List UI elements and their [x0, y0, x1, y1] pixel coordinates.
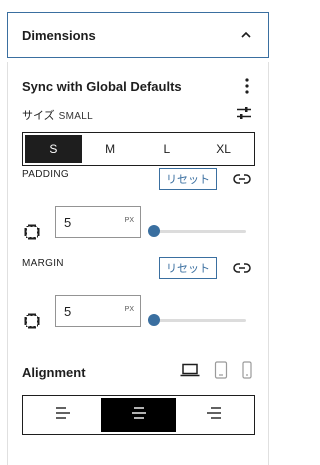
margin-slider-track	[152, 319, 246, 322]
align-right-icon	[206, 406, 222, 425]
settings-sliders-icon[interactable]	[236, 106, 252, 125]
chevron-up-icon[interactable]	[238, 27, 254, 43]
align-left-button[interactable]	[25, 398, 101, 432]
size-value: SMALL	[58, 111, 93, 122]
padding-input[interactable]: 5 PX	[55, 206, 141, 238]
margin-slider-thumb[interactable]	[148, 314, 160, 326]
tablet-icon[interactable]	[214, 360, 228, 384]
desktop-icon[interactable]	[180, 363, 200, 382]
padding-link-icon[interactable]	[233, 170, 251, 188]
align-right-button[interactable]	[176, 398, 252, 432]
mobile-icon[interactable]	[242, 360, 252, 384]
more-options-icon[interactable]	[242, 77, 252, 95]
padding-slider-thumb[interactable]	[148, 225, 160, 237]
size-option-xl[interactable]: XL	[195, 135, 252, 163]
margin-value: 5	[64, 303, 72, 319]
padding-slider[interactable]	[148, 224, 246, 238]
size-option-s[interactable]: S	[25, 135, 82, 163]
size-row: サイズ SMALL	[22, 104, 252, 126]
padding-unit: PX	[124, 217, 134, 224]
align-center-icon	[131, 406, 147, 425]
sync-row: Sync with Global Defaults	[22, 76, 252, 96]
align-left-icon	[55, 406, 71, 425]
dimensions-panel: Dimensions Sync with Global Defaults サイズ…	[0, 0, 273, 465]
margin-input[interactable]: 5 PX	[55, 295, 141, 327]
box-sides-icon	[24, 313, 40, 329]
size-label: サイズ SMALL	[22, 107, 93, 123]
alignment-title: Alignment	[22, 364, 86, 380]
padding-value: 5	[64, 214, 72, 230]
alignment-segmented-control	[22, 395, 255, 435]
size-option-m[interactable]: M	[82, 135, 139, 163]
box-sides-icon	[24, 224, 40, 240]
margin-unit: PX	[124, 306, 134, 313]
sync-title: Sync with Global Defaults	[22, 78, 182, 94]
dimensions-panel-header[interactable]: Dimensions	[7, 12, 269, 58]
margin-link-icon[interactable]	[233, 259, 251, 277]
margin-reset-button[interactable]: リセット	[159, 257, 217, 279]
padding-slider-track	[152, 230, 246, 233]
align-center-button[interactable]	[100, 398, 177, 432]
margin-label: MARGIN	[22, 258, 64, 269]
alignment-row: Alignment	[22, 360, 252, 384]
size-segmented-control: S M L XL	[22, 132, 255, 166]
size-option-l[interactable]: L	[139, 135, 196, 163]
size-label-text: サイズ	[22, 110, 55, 122]
panel-title: Dimensions	[22, 27, 96, 43]
padding-label: PADDING	[22, 169, 69, 180]
device-switcher	[180, 360, 252, 384]
margin-slider[interactable]	[148, 313, 246, 327]
padding-reset-button[interactable]: リセット	[159, 168, 217, 190]
